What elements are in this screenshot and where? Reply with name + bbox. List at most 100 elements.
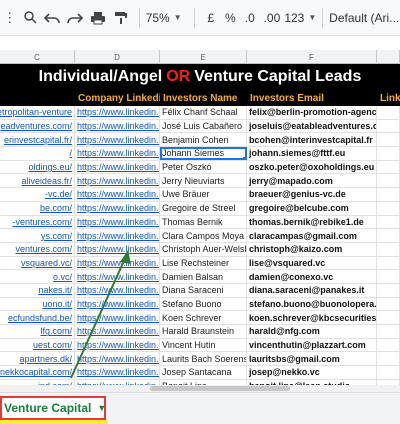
investor-email-cell[interactable]: vincenthutin@plazzart.com	[247, 338, 377, 352]
website-cell[interactable]: vsquared.vc/	[0, 256, 75, 270]
linkedin-cell[interactable]: https://www.linkedin.com	[75, 352, 160, 366]
linkedin-cell[interactable]: https://www.linkedin.com	[75, 147, 160, 160]
decrease-decimal-button[interactable]: .0	[240, 4, 259, 32]
link-cell[interactable]	[377, 106, 400, 119]
investor-name-cell[interactable]: Johann Siemes	[160, 147, 247, 160]
investor-email-cell[interactable]: koen.schrever@kbcsecurities.be	[247, 311, 377, 324]
investor-name-cell[interactable]: José Luis Cabañero	[160, 119, 247, 133]
header-cell-investors-email[interactable]: Investors Email	[247, 90, 377, 106]
currency-format-button[interactable]: £	[201, 4, 220, 32]
search-menus-icon[interactable]	[19, 4, 40, 32]
investor-email-cell[interactable]: christoph@kaizo.com	[247, 242, 377, 256]
link-cell[interactable]	[377, 119, 400, 133]
investor-name-cell[interactable]: Harald Braunstein	[160, 325, 247, 338]
font-select[interactable]: Default (Ari...	[329, 11, 400, 25]
more-menu-icon[interactable]: ⋮	[0, 4, 19, 32]
linkedin-cell[interactable]: https://www.linkedin.com	[75, 311, 160, 324]
investor-name-cell[interactable]: Jerry Nieuviarts	[160, 174, 247, 188]
investor-name-cell[interactable]: Benjamin Cohen	[160, 133, 247, 147]
investor-email-cell[interactable]: felix@berlin-promotion-agency.de	[247, 106, 377, 119]
website-cell[interactable]: -vc.de/	[0, 188, 75, 201]
investor-email-cell[interactable]: bcohen@interinvestcapital.fr	[247, 133, 377, 147]
investor-email-cell[interactable]: joseluis@eatableadventures.com	[247, 119, 377, 133]
linkedin-cell[interactable]: https://www.linkedin.com	[75, 270, 160, 283]
scrollbar-thumb[interactable]	[150, 386, 290, 391]
link-cell[interactable]	[377, 338, 400, 352]
investor-name-cell[interactable]: Peter Oszkó	[160, 160, 247, 174]
redo-icon[interactable]	[64, 4, 87, 32]
header-cell-investors-name[interactable]: Investors Name	[160, 90, 247, 106]
link-cell[interactable]	[377, 188, 400, 201]
investor-name-cell[interactable]: Thomas Bernik	[160, 215, 247, 229]
investor-name-cell[interactable]: Uwe Bräuer	[160, 188, 247, 201]
linkedin-cell[interactable]: https://www.linkedin.com	[75, 229, 160, 242]
investor-email-cell[interactable]: stefano.buono@buonolopera.com	[247, 297, 377, 311]
investor-name-cell[interactable]: Gregoire de Streel	[160, 201, 247, 215]
linkedin-cell[interactable]: https://www.linkedin.com	[75, 133, 160, 147]
investor-email-cell[interactable]: diana.saraceni@panakes.it	[247, 283, 377, 297]
link-cell[interactable]	[377, 160, 400, 174]
investor-email-cell[interactable]: claracampas@gmail.com	[247, 229, 377, 242]
header-cell-company-linkedin[interactable]: Company Linkedin	[75, 90, 160, 106]
investor-email-cell[interactable]: lauritsbs@gmail.com	[247, 352, 377, 366]
column-header-e[interactable]: E	[160, 50, 247, 64]
investor-email-cell[interactable]: lise@vsquared.vc	[247, 256, 377, 270]
increase-decimal-button[interactable]: .00	[260, 4, 285, 32]
linkedin-cell[interactable]: https://www.linkedin.com	[75, 174, 160, 188]
investor-email-cell[interactable]: damien@conexo.vc	[247, 270, 377, 283]
investor-name-cell[interactable]: Christoph Auer-Welsbach	[160, 242, 247, 256]
investor-name-cell[interactable]: Clara Campos Moya	[160, 229, 247, 242]
website-cell[interactable]: ventures.com/	[0, 242, 75, 256]
horizontal-scrollbar[interactable]	[0, 385, 400, 392]
link-cell[interactable]	[377, 229, 400, 242]
website-cell[interactable]: metropolitan-venture	[0, 106, 75, 119]
linkedin-cell[interactable]: https://www.linkedin.com	[75, 325, 160, 338]
sheet-tab-venture-capital[interactable]: Venture Capital ▼	[0, 396, 106, 420]
undo-icon[interactable]	[41, 4, 64, 32]
website-cell[interactable]: nakes.it/	[0, 283, 75, 297]
website-cell[interactable]: apartners.dk/	[0, 352, 75, 366]
investor-name-cell[interactable]: Lise Rechsteiner	[160, 256, 247, 270]
website-cell[interactable]: uest.com/	[0, 338, 75, 352]
linkedin-cell[interactable]: https://www.linkedin.com	[75, 188, 160, 201]
column-header-c[interactable]: C	[0, 50, 75, 64]
link-cell[interactable]	[377, 311, 400, 324]
website-cell[interactable]: eadventures.com/	[0, 119, 75, 133]
investor-email-cell[interactable]: jerry@mapado.com	[247, 174, 377, 188]
paint-format-icon[interactable]	[110, 4, 133, 32]
link-cell[interactable]	[377, 242, 400, 256]
link-cell[interactable]	[377, 366, 400, 379]
website-cell[interactable]: o.vc/	[0, 270, 75, 283]
investor-name-cell[interactable]: Koen Schrever	[160, 311, 247, 324]
investor-email-cell[interactable]: braeuer@genius-vc.de	[247, 188, 377, 201]
sheet-title-banner[interactable]: Individual/Angel OR Venture Capital Lead…	[0, 64, 400, 90]
investor-email-cell[interactable]: oszko.peter@oxoholdings.eu	[247, 160, 377, 174]
column-header-g[interactable]	[377, 50, 400, 64]
website-cell[interactable]: uono.it/	[0, 297, 75, 311]
website-cell[interactable]: -ventures.com/	[0, 215, 75, 229]
link-cell[interactable]	[377, 297, 400, 311]
linkedin-cell[interactable]: https://www.linkedin.com	[75, 119, 160, 133]
website-cell[interactable]: nekkocapital.com/	[0, 366, 75, 379]
website-cell[interactable]: aliveideas.fr/	[0, 174, 75, 188]
investor-email-cell[interactable]: thomas.bernik@rebike1.de	[247, 215, 377, 229]
link-cell[interactable]	[377, 352, 400, 366]
linkedin-cell[interactable]: https://www.linkedin.com	[75, 297, 160, 311]
investor-email-cell[interactable]: johann.siemes@fttf.eu	[247, 147, 377, 160]
investor-name-cell[interactable]: Félix Charif Schaal	[160, 106, 247, 119]
column-header-d[interactable]: D	[75, 50, 160, 64]
link-cell[interactable]	[377, 147, 400, 160]
column-header-f[interactable]: F	[247, 50, 377, 64]
linkedin-cell[interactable]: https://www.linkedin.com	[75, 366, 160, 379]
link-cell[interactable]	[377, 270, 400, 283]
link-cell[interactable]	[377, 283, 400, 297]
header-cell-website[interactable]	[0, 90, 75, 106]
website-cell[interactable]: ecfundsfund.be/	[0, 311, 75, 324]
link-cell[interactable]	[377, 201, 400, 215]
linkedin-cell[interactable]: https://www.linkedin.com	[75, 215, 160, 229]
linkedin-cell[interactable]: https://www.linkedin.com	[75, 201, 160, 215]
investor-email-cell[interactable]: harald@nfg.com	[247, 325, 377, 338]
investor-name-cell[interactable]: Josep Santacana	[160, 366, 247, 379]
link-cell[interactable]	[377, 174, 400, 188]
linkedin-cell[interactable]: https://www.linkedin.com	[75, 256, 160, 270]
